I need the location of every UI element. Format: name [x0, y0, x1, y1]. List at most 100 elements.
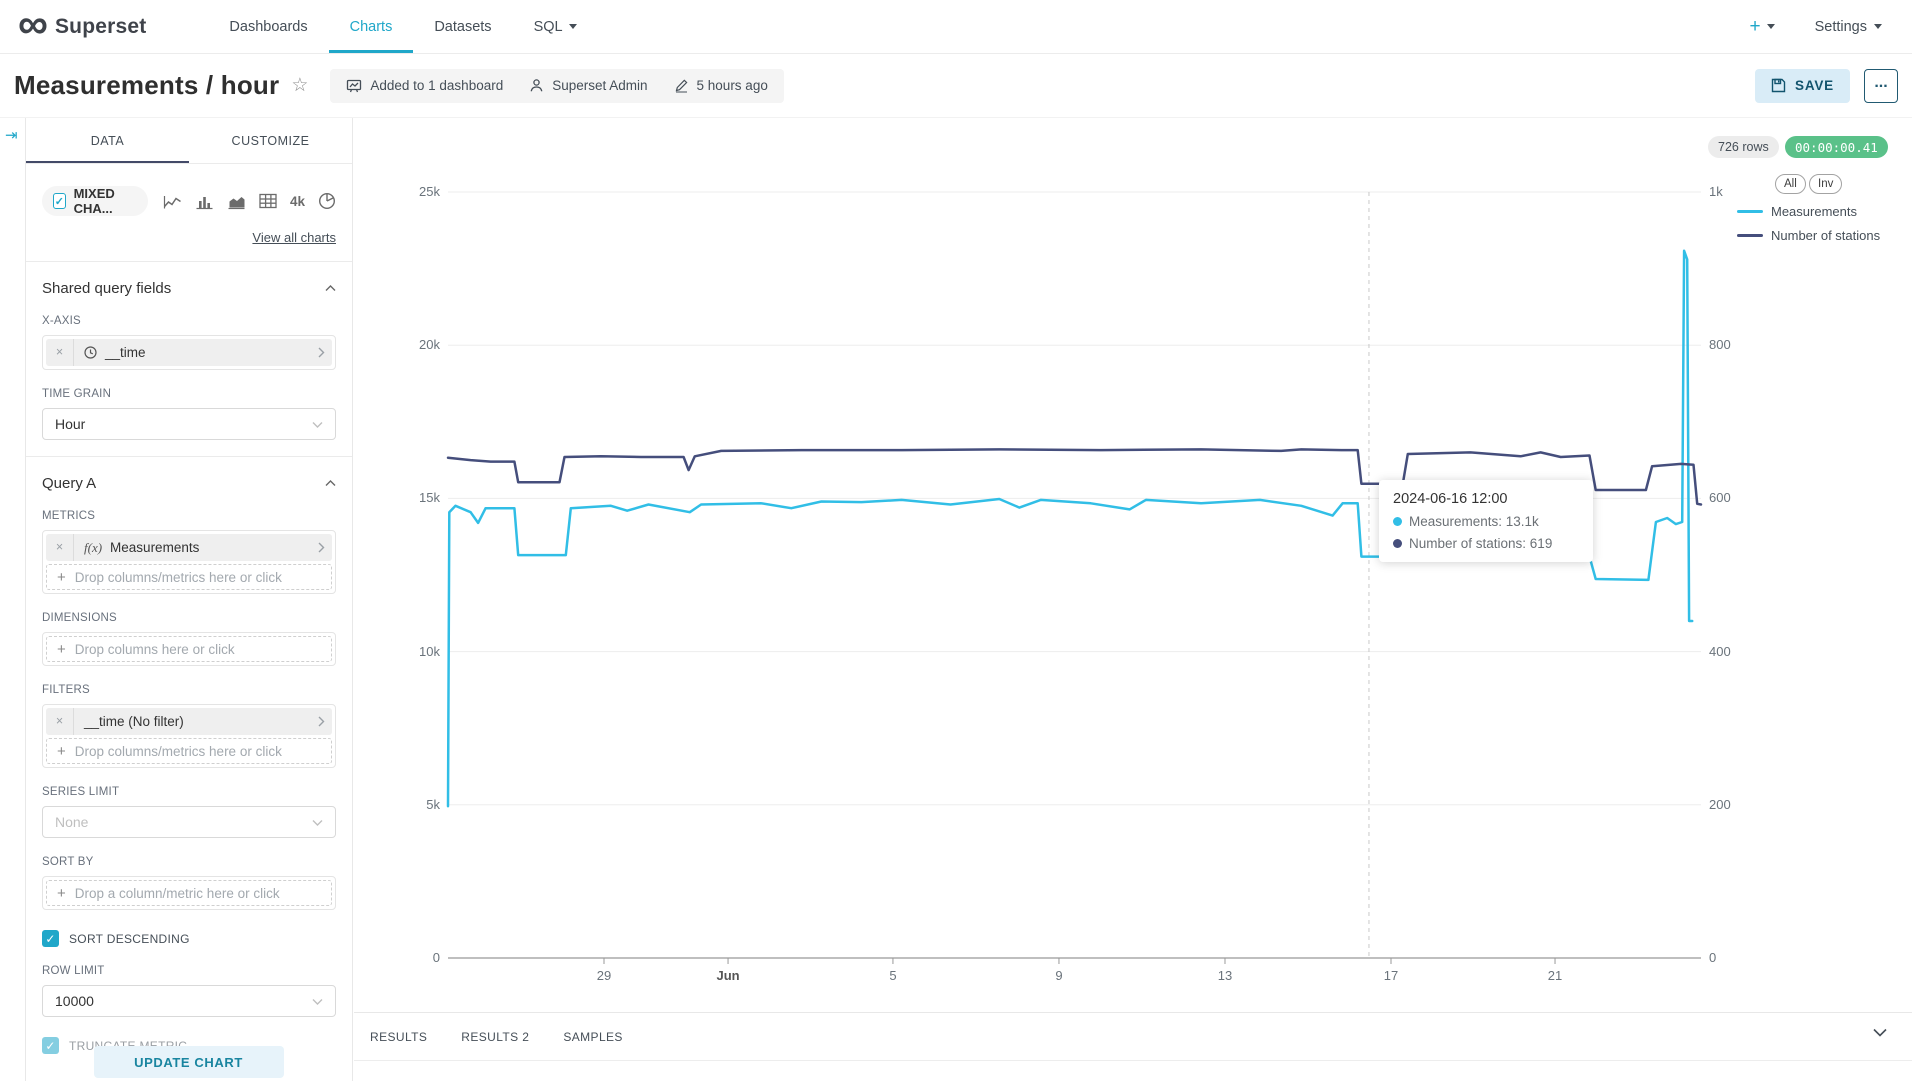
chart-tooltip: 2024-06-16 12:00 Measurements: 13.1k Num…	[1379, 480, 1593, 562]
axis-tick-label: 13	[1200, 968, 1250, 983]
axis-tick-label: 20k	[354, 337, 440, 352]
nav-item-charts[interactable]: Charts	[329, 0, 414, 53]
view-all-charts-link[interactable]: View all charts	[42, 230, 336, 245]
nav-right: + Settings	[1749, 0, 1912, 53]
close-icon[interactable]: ×	[46, 534, 74, 561]
line-chart-icon[interactable]	[163, 193, 182, 210]
dimensions-label: DIMENSIONS	[42, 612, 336, 624]
timer-badge: 00:00:00.41	[1785, 136, 1888, 158]
plus-icon: +	[1749, 16, 1760, 38]
axis-tick-label: 15k	[354, 490, 440, 505]
axis-tick-label: 0	[354, 950, 440, 965]
axis-tick-label: 400	[1709, 644, 1749, 659]
chevron-down-icon	[312, 998, 323, 1005]
panel-footer: UPDATE CHART	[26, 1046, 351, 1078]
legend-swatch	[1737, 210, 1763, 213]
tab-results-2[interactable]: RESULTS 2	[461, 1030, 529, 1060]
close-icon[interactable]: ×	[46, 708, 74, 735]
tab-samples[interactable]: SAMPLES	[563, 1030, 623, 1060]
legend-item-measurements[interactable]: Measurements	[1737, 204, 1857, 219]
new-item-button[interactable]: +	[1749, 16, 1774, 38]
bar-chart-icon[interactable]	[195, 193, 214, 210]
axis-tick-label: 9	[1034, 968, 1084, 983]
panel-tabs: DATA CUSTOMIZE	[26, 118, 352, 164]
function-icon: f(x)	[84, 540, 102, 556]
legend-inv-button[interactable]: Inv	[1809, 174, 1842, 194]
chevron-down-icon	[312, 421, 323, 428]
metrics-label: METRICS	[42, 510, 336, 522]
axis-tick-label: 25k	[354, 184, 440, 199]
viz-type-row: ✓ MIXED CHA... 4k	[42, 186, 336, 216]
divider	[26, 261, 352, 262]
last-modified[interactable]: 5 hours ago	[674, 78, 768, 93]
legend-item-number-of-stations[interactable]: Number of stations	[1737, 228, 1880, 243]
axis-tick-label: 200	[1709, 797, 1749, 812]
brand-name: Superset	[55, 15, 146, 39]
axis-tick-label: 29	[579, 968, 629, 983]
chevron-right-icon	[310, 716, 332, 727]
chevron-down-icon	[1874, 24, 1882, 29]
x-axis-control: × __time	[42, 335, 336, 370]
nav-item-sql[interactable]: SQL	[513, 0, 598, 53]
x-axis-pill[interactable]: × __time	[46, 339, 332, 366]
added-to-dashboard[interactable]: Added to 1 dashboard	[346, 78, 503, 94]
save-button[interactable]: SAVE	[1755, 69, 1850, 103]
time-grain-select[interactable]: Hour	[42, 408, 336, 440]
plus-icon: +	[57, 641, 66, 658]
save-icon	[1771, 78, 1786, 93]
filter-name: __time (No filter)	[84, 714, 184, 729]
checkbox-checked-icon[interactable]: ✓	[42, 930, 59, 947]
expand-panel-icon[interactable]: ⇥	[5, 126, 18, 144]
metric-pill[interactable]: × f(x) Measurements	[46, 534, 332, 561]
tab-customize[interactable]: CUSTOMIZE	[189, 118, 352, 163]
panel-body: ✓ MIXED CHA... 4k View all charts Shared…	[26, 186, 352, 1054]
shared-query-fields-header[interactable]: Shared query fields	[42, 280, 336, 297]
legend-all-button[interactable]: All	[1775, 174, 1806, 194]
tooltip-text: Number of stations: 619	[1409, 536, 1552, 551]
update-chart-button[interactable]: UPDATE CHART	[94, 1046, 284, 1078]
metrics-control: × f(x) Measurements + Drop columns/metri…	[42, 530, 336, 594]
favorite-star-icon[interactable]: ☆	[291, 74, 308, 97]
filters-drop-zone[interactable]: + Drop columns/metrics here or click	[46, 738, 332, 764]
tab-data[interactable]: DATA	[26, 118, 189, 163]
chart-owner[interactable]: Superset Admin	[529, 78, 647, 93]
big-number-icon[interactable]: 4k	[290, 194, 305, 209]
more-options-button[interactable]: ...	[1864, 69, 1898, 103]
sort-descending-row[interactable]: ✓ SORT DESCENDING	[42, 930, 336, 947]
area-chart-icon[interactable]	[227, 193, 246, 210]
chevron-right-icon	[310, 347, 332, 358]
sort-by-drop-zone[interactable]: + Drop a column/metric here or click	[46, 880, 332, 906]
series-dot-icon	[1393, 517, 1402, 526]
nav-item-datasets[interactable]: Datasets	[413, 0, 512, 53]
chart-header: Measurements / hour ☆ Added to 1 dashboa…	[0, 54, 1912, 118]
plus-icon: +	[57, 885, 66, 902]
tab-results[interactable]: RESULTS	[370, 1030, 427, 1060]
query-a-header[interactable]: Query A	[42, 475, 336, 492]
metrics-drop-zone[interactable]: + Drop columns/metrics here or click	[46, 564, 332, 590]
filter-pill[interactable]: × __time (No filter)	[46, 708, 332, 735]
collapse-results-icon[interactable]	[1872, 1025, 1888, 1043]
line-plot[interactable]	[448, 192, 1701, 958]
user-icon	[529, 78, 544, 93]
chevron-down-icon	[569, 24, 577, 29]
ellipsis-icon: ...	[1874, 74, 1887, 92]
top-navbar: ∞ Superset Dashboards Charts Datasets SQ…	[0, 0, 1912, 54]
nav-item-dashboards[interactable]: Dashboards	[208, 0, 328, 53]
close-icon[interactable]: ×	[46, 339, 74, 366]
plus-icon: +	[57, 743, 66, 760]
chevron-right-icon	[310, 542, 332, 553]
superset-logo[interactable]: ∞ Superset	[0, 0, 146, 53]
settings-menu[interactable]: Settings	[1815, 19, 1882, 35]
series-limit-select[interactable]: None	[42, 806, 336, 838]
clock-icon	[84, 346, 97, 359]
viz-type-chip[interactable]: ✓ MIXED CHA...	[42, 186, 148, 216]
dimensions-drop-zone[interactable]: + Drop columns here or click	[46, 636, 332, 662]
row-limit-select[interactable]: 10000	[42, 985, 336, 1017]
axis-tick-label: 600	[1709, 490, 1749, 505]
chart-meta: Added to 1 dashboard Superset Admin 5 ho…	[330, 69, 783, 103]
pie-chart-icon[interactable]	[318, 192, 336, 210]
dashboard-icon	[346, 78, 362, 94]
table-icon[interactable]	[259, 193, 277, 209]
axis-tick-label: 1k	[1709, 184, 1749, 199]
results-panel: RESULTS RESULTS 2 SAMPLES	[354, 1012, 1912, 1081]
